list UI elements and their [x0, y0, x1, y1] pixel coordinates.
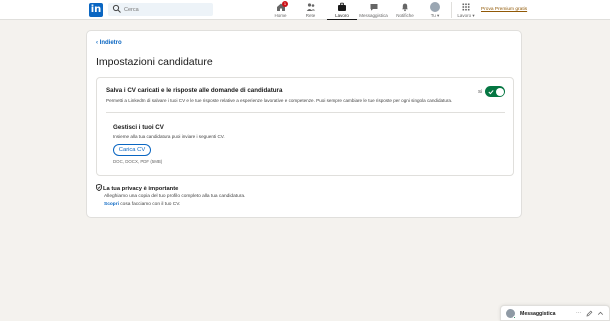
settings-section: Salva i CV caricati e le risposte alle d… — [96, 77, 514, 176]
save-cv-title: Salva i CV caricati e le risposte alle d… — [106, 87, 283, 94]
messaging-icon — [370, 4, 377, 11]
grid-icon — [462, 3, 470, 11]
top-nav: in 1 Home Rete Lavoro Messaggistica Noti… — [0, 0, 610, 20]
save-cv-description: Permetti a LinkedIn di salvare i tuoi CV… — [106, 98, 453, 103]
settings-card: ‹ Indietro Impostazioni candidature Salv… — [86, 30, 522, 218]
nav-work-label: Lavoro ▾ — [457, 13, 475, 18]
back-link[interactable]: ‹ Indietro — [96, 40, 122, 46]
nav-jobs-label: Lavoro — [335, 13, 349, 18]
search-icon — [112, 4, 121, 13]
toggle-knob — [495, 87, 504, 96]
nav-jobs[interactable]: Lavoro — [327, 1, 357, 20]
nav-me-label: Tu ▾ — [430, 13, 440, 18]
nav-network[interactable]: Rete — [302, 1, 319, 20]
online-status-dot — [513, 316, 516, 319]
messaging-label: Messaggistica — [520, 311, 556, 317]
section-divider — [106, 112, 505, 113]
privacy-title: La tua privacy è importante — [103, 186, 179, 192]
page-title: Impostazioni candidature — [96, 56, 213, 68]
manage-cv-title: Gestisci i tuoi CV — [113, 124, 164, 131]
save-cv-toggle[interactable] — [485, 86, 505, 97]
nav-work[interactable]: Lavoro ▾ — [455, 1, 477, 20]
messaging-widget[interactable]: Messaggistica ··· — [500, 305, 610, 321]
more-options-icon[interactable]: ··· — [575, 310, 582, 317]
learn-more-suffix: cosa facciamo con il tuo CV. — [118, 202, 181, 207]
shield-icon — [96, 183, 102, 192]
nav-network-label: Rete — [305, 13, 316, 18]
privacy-text: Alleghiamo una copia del tuo profilo com… — [104, 194, 246, 199]
nav-home[interactable]: 1 Home — [272, 1, 289, 20]
file-formats: DOC, DOCX, PDF (5MB) — [113, 159, 163, 164]
search-input[interactable] — [124, 3, 210, 16]
privacy-learn-more: Scopri cosa facciamo con il tuo CV. — [104, 202, 180, 207]
toggle-state-label: Sì — [478, 89, 483, 94]
nav-notifications[interactable]: Notifiche — [394, 1, 416, 20]
bell-icon — [402, 3, 408, 12]
nav-divider — [451, 2, 452, 18]
nav-messaging[interactable]: Messaggistica — [357, 1, 390, 20]
chevron-up-icon[interactable] — [597, 310, 604, 317]
notification-badge: 1 — [282, 1, 288, 7]
jobs-icon — [338, 2, 346, 11]
upload-cv-button[interactable]: Carica CV — [113, 144, 151, 156]
manage-cv-description: Insieme alla tua candidatura puoi inviar… — [113, 134, 225, 139]
learn-more-link[interactable]: Scopri — [104, 202, 119, 207]
linkedin-logo[interactable]: in — [89, 3, 103, 17]
privacy-heading: La tua privacy è importante — [96, 183, 179, 192]
back-label: Indietro — [99, 40, 122, 46]
nav-messaging-label: Messaggistica — [359, 13, 388, 18]
nav-me[interactable]: Tu ▾ — [425, 1, 445, 20]
search-bar[interactable] — [108, 3, 213, 16]
compose-icon[interactable] — [586, 310, 593, 317]
premium-link[interactable]: Prova Premium gratis — [481, 7, 527, 12]
network-icon — [306, 3, 315, 11]
avatar — [430, 2, 440, 12]
nav-home-label: Home — [274, 13, 287, 18]
nav-notifications-label: Notifiche — [396, 13, 414, 18]
check-icon — [488, 89, 494, 94]
